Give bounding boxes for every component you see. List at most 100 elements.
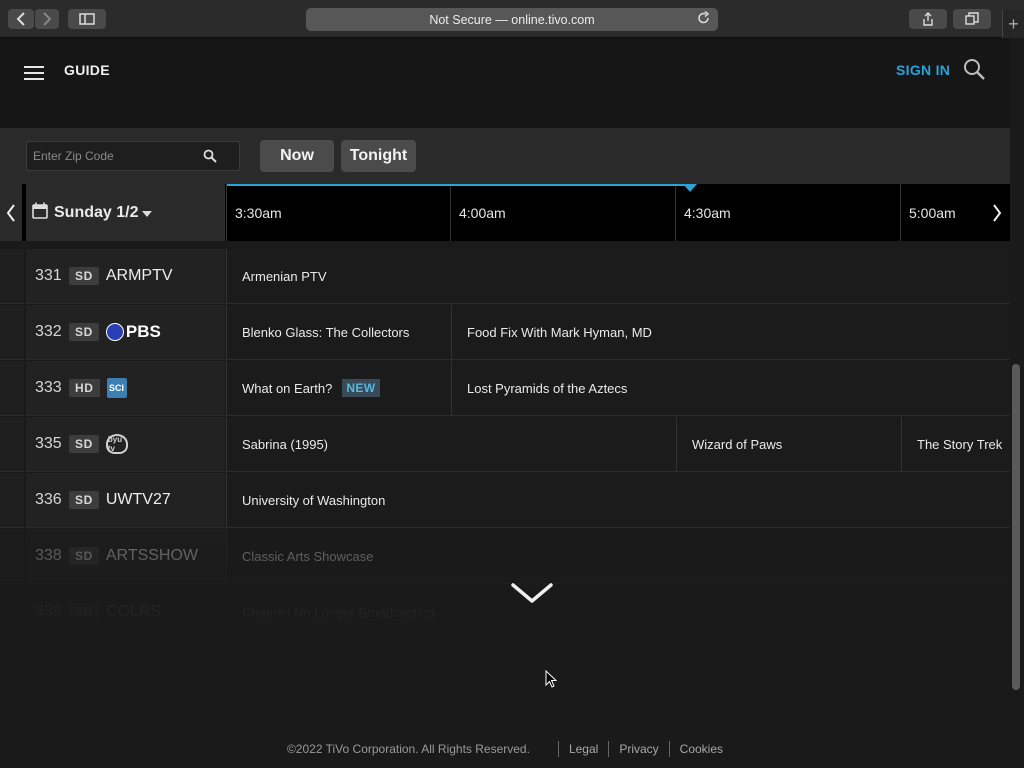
page-title: GUIDE (64, 62, 110, 78)
channel-row: 338 SD ARTSSHOW Classic Arts Showcase (0, 529, 1010, 585)
caret-down-icon (142, 204, 153, 222)
quality-badge: HD (69, 379, 100, 397)
program-title: Channel No Longer Broadcasting (242, 604, 435, 620)
date-label: Sunday 1/2 (54, 203, 139, 221)
channel-cell[interactable]: 332 SD PBS (26, 305, 225, 360)
channel-callsign: ARTSSHOW (105, 547, 199, 564)
reload-icon[interactable] (697, 10, 710, 28)
time-header: Sunday 1/2 3:30am 4:00am 4:30am 5:00am (0, 184, 1010, 241)
channel-row: 335 SD byu tv Sabrina (1995) Wizard of P… (0, 417, 1010, 473)
new-tab-icon[interactable]: + (1002, 10, 1024, 38)
channel-number: 332 (35, 323, 62, 340)
channel-number: 333 (35, 379, 62, 396)
current-time-marker (683, 184, 697, 192)
sidebar-toggle-icon[interactable] (68, 9, 106, 29)
quality-badge: SD (69, 603, 99, 621)
channel-number: 335 (35, 435, 62, 452)
channel-row: 333 HD SCI What on Earth? NEW Lost Pyram… (0, 361, 1010, 417)
channel-cell[interactable]: 333 HD SCI (26, 361, 225, 416)
channel-cell[interactable]: 338 SD ARTSSHOW (26, 529, 225, 584)
channel-callsign: COLRS (105, 603, 161, 620)
now-button[interactable]: Now (260, 140, 334, 172)
app-header: GUIDE SIGN IN (0, 38, 1010, 128)
tonight-button[interactable]: Tonight (341, 140, 416, 172)
chevron-right-icon[interactable] (985, 184, 1009, 241)
program-title: Classic Arts Showcase (242, 548, 374, 564)
program-title: Wizard of Paws (692, 436, 783, 452)
new-badge: NEW (342, 379, 380, 397)
channel-row: 336 SD UWTV27 University of Washington (0, 473, 1010, 529)
sign-in-link[interactable]: SIGN IN (896, 62, 950, 78)
sci-logo-icon: SCI (106, 378, 127, 398)
page-scrollbar[interactable] (1012, 364, 1020, 690)
channel-number: 336 (35, 491, 62, 508)
program-title: Lost Pyramids of the Aztecs (467, 380, 628, 396)
back-icon[interactable] (8, 9, 34, 29)
program-cell[interactable]: Classic Arts Showcase (226, 529, 1010, 584)
time-slot: 5:00am (900, 184, 985, 241)
program-title: Armenian PTV (242, 268, 327, 284)
zip-search-icon[interactable] (203, 149, 217, 163)
quality-badge: SD (69, 547, 99, 565)
program-cell[interactable]: University of Washington (226, 473, 1010, 528)
mouse-pointer-icon (545, 669, 558, 688)
zip-code-input[interactable] (27, 142, 197, 170)
search-icon[interactable] (963, 58, 987, 82)
channel-row: 339 SD COLRS Channel No Longer Broadcast… (0, 585, 1010, 625)
channel-cell[interactable]: 331 SD ARMPTV (26, 249, 225, 304)
program-cell[interactable]: The Story Trek (901, 417, 1010, 472)
cookies-link[interactable]: Cookies (680, 742, 723, 756)
date-picker[interactable]: Sunday 1/2 (26, 184, 225, 241)
pbs-logo-icon: PBS (105, 322, 161, 342)
channel-callsign: PBS (125, 322, 161, 341)
program-cell[interactable]: Wizard of Paws (676, 417, 901, 472)
calendar-icon (32, 202, 48, 224)
byu-logo-icon: byu tv (105, 434, 128, 454)
tabs-icon[interactable] (953, 9, 991, 29)
program-cell[interactable]: Armenian PTV (226, 249, 1010, 304)
program-title: University of Washington (242, 492, 386, 508)
program-title: What on Earth? (242, 380, 333, 396)
channel-number: 331 (35, 267, 62, 284)
time-progress-line (227, 184, 688, 186)
quality-badge: SD (69, 435, 99, 453)
channel-cell[interactable]: 335 SD byu tv (26, 417, 225, 472)
program-cell[interactable]: Lost Pyramids of the Aztecs (451, 361, 1010, 416)
channel-row: 332 SD PBS Blenko Glass: The Collectors … (0, 305, 1010, 361)
time-slot: 4:30am (675, 184, 900, 241)
copyright-text: ©2022 TiVo Corporation. All Rights Reser… (286, 742, 530, 756)
time-slot: 4:00am (450, 184, 675, 241)
channel-cell[interactable]: 336 SD UWTV27 (26, 473, 225, 528)
filter-bar: Now Tonight (0, 128, 1010, 184)
program-cell[interactable]: Food Fix With Mark Hyman, MD (451, 305, 1010, 360)
time-slot: 3:30am (226, 184, 450, 241)
footer: ©2022 TiVo Corporation. All Rights Reser… (0, 736, 1010, 762)
chevron-left-icon[interactable] (0, 184, 22, 241)
program-cell[interactable]: Blenko Glass: The Collectors (226, 305, 451, 360)
channel-callsign: UWTV27 (105, 491, 171, 508)
quality-badge: SD (69, 491, 99, 509)
share-icon[interactable] (909, 9, 947, 29)
browser-toolbar: Not Secure — online.tivo.com + (0, 0, 1024, 38)
address-bar[interactable]: Not Secure — online.tivo.com (306, 8, 718, 31)
privacy-link[interactable]: Privacy (619, 742, 658, 756)
url-text: Not Secure — online.tivo.com (429, 12, 595, 27)
quality-badge: SD (69, 267, 99, 285)
chevron-down-icon[interactable] (510, 580, 554, 606)
zip-search-box (26, 141, 240, 171)
program-cell[interactable]: Sabrina (1995) (226, 417, 676, 472)
program-title: Sabrina (1995) (242, 436, 328, 452)
legal-link[interactable]: Legal (569, 742, 598, 756)
program-cell[interactable]: What on Earth? NEW (226, 361, 451, 416)
channel-row: 331 SD ARMPTV Armenian PTV (0, 249, 1010, 305)
program-title: The Story Trek (917, 436, 1003, 452)
menu-icon[interactable] (24, 66, 44, 80)
program-cell[interactable]: Channel No Longer Broadcasting (226, 585, 1010, 625)
program-title: Food Fix With Mark Hyman, MD (467, 324, 652, 340)
program-title: Blenko Glass: The Collectors (242, 324, 410, 340)
channel-number: 338 (35, 547, 62, 564)
forward-icon[interactable] (35, 9, 59, 29)
channel-callsign: ARMPTV (105, 267, 173, 284)
channel-cell[interactable]: 339 SD COLRS (26, 585, 225, 625)
channel-number: 339 (35, 603, 62, 620)
